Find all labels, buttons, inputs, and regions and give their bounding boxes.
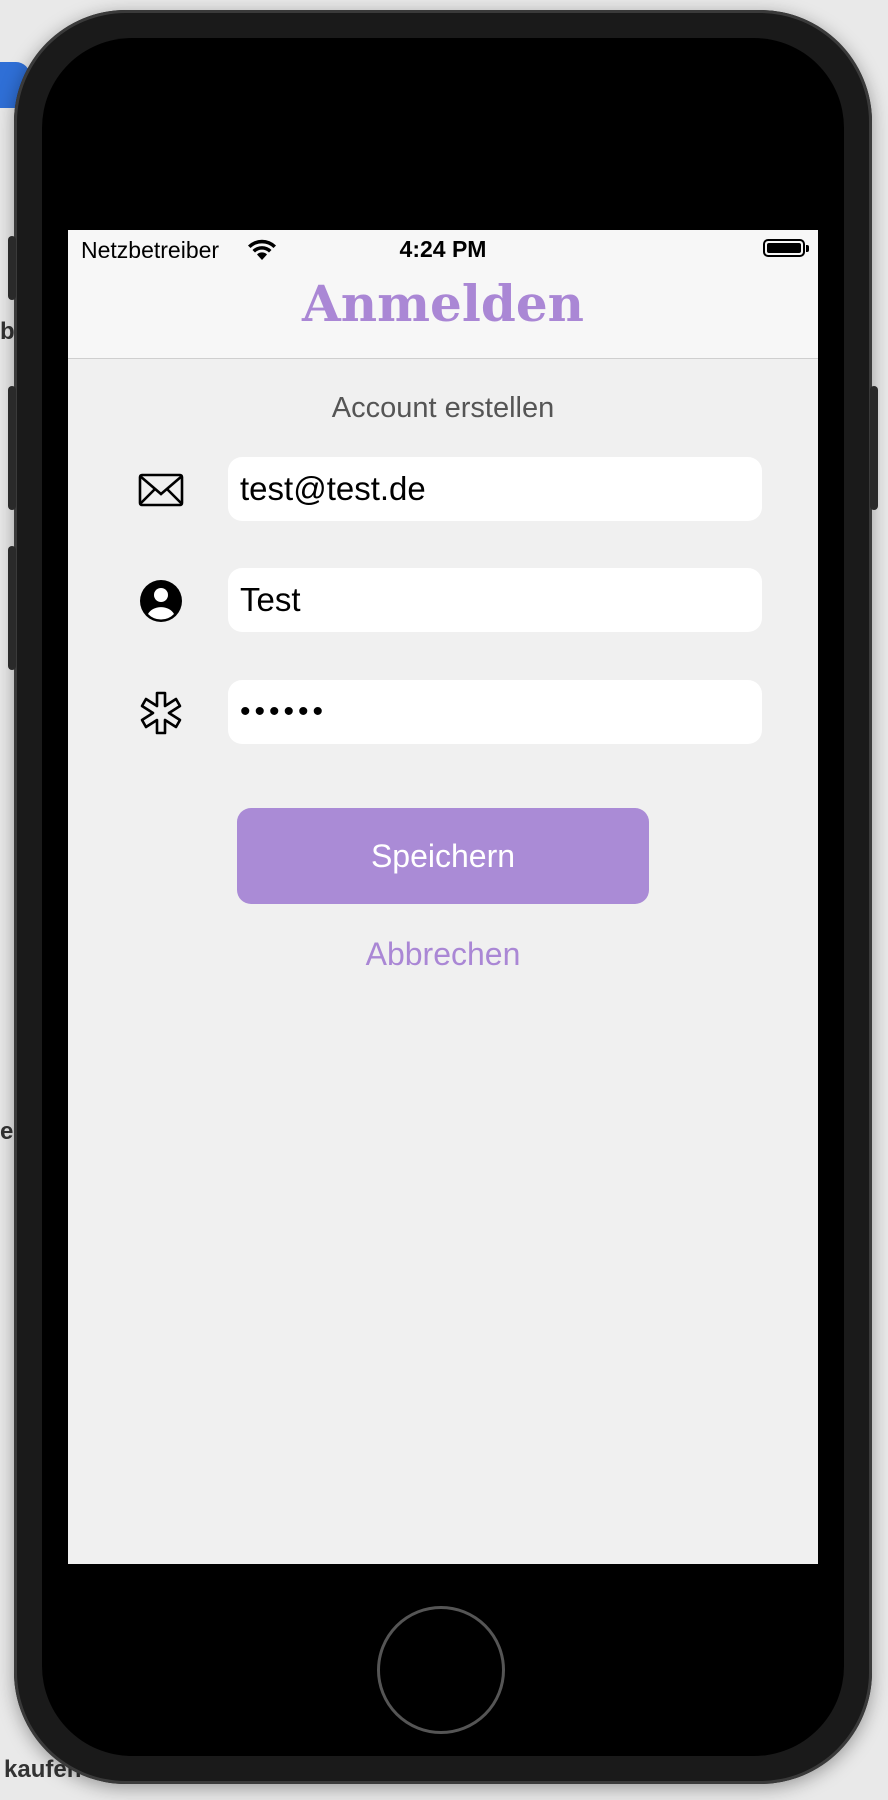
email-row: test@test.de [68, 457, 818, 521]
navigation-bar: Anmelden [68, 270, 818, 359]
password-field[interactable]: •••••• [228, 680, 762, 744]
app-screen: Netzbetreiber 4:24 PM Anmelden Account e… [68, 230, 818, 1564]
power-button [870, 386, 878, 510]
password-row: •••••• [68, 680, 818, 744]
username-row: Test [68, 568, 818, 632]
page-title: Anmelden [302, 274, 584, 333]
save-button[interactable]: Speichern [237, 808, 649, 904]
username-field[interactable]: Test [228, 568, 762, 632]
volume-down-button [8, 546, 16, 670]
volume-up-button [8, 386, 16, 510]
email-field[interactable]: test@test.de [228, 457, 762, 521]
mute-switch [8, 236, 16, 300]
cancel-button[interactable]: Abbrechen [68, 936, 818, 973]
form-subtitle: Account erstellen [331, 392, 555, 424]
envelope-icon [138, 473, 184, 507]
home-button[interactable] [377, 1606, 505, 1734]
user-circle-icon [140, 580, 182, 622]
clock-time: 4:24 PM [399, 236, 487, 262]
status-bar: Netzbetreiber 4:24 PM [68, 230, 818, 270]
background-text: e [0, 1118, 14, 1145]
battery-icon [763, 239, 809, 257]
asterisk-icon [140, 691, 182, 735]
